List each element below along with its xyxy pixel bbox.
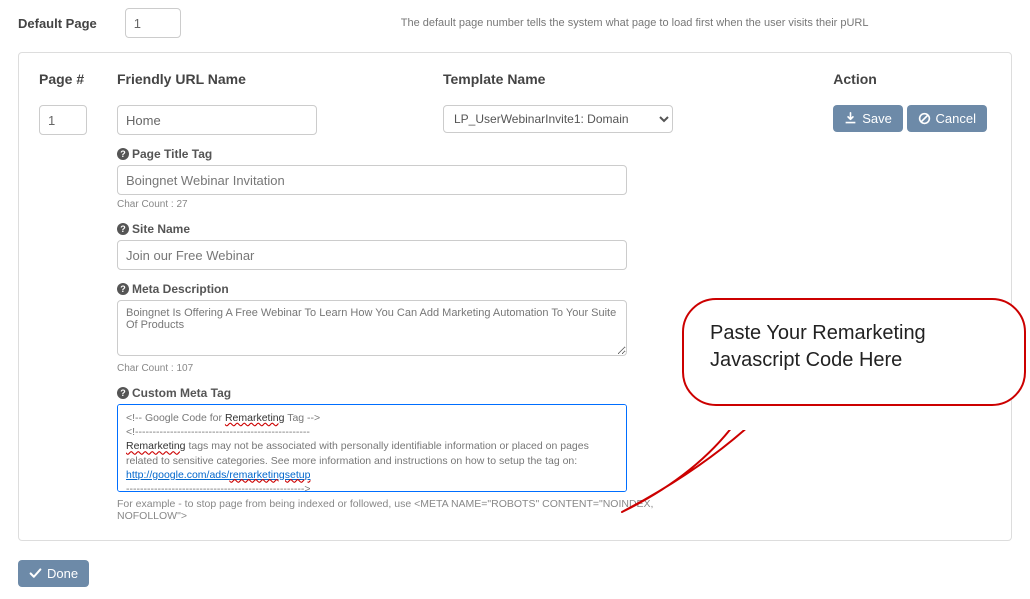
save-label: Save — [862, 111, 892, 126]
custom-meta-label: Custom Meta Tag — [132, 386, 231, 400]
callout-line2: Javascript Code Here — [710, 347, 998, 374]
section-custom-meta: ? Custom Meta Tag <!-- Google Code for R… — [117, 386, 627, 492]
done-label: Done — [47, 566, 78, 581]
section-page-title: ? Page Title Tag Char Count : 27 — [117, 147, 627, 210]
section-site-name: ? Site Name — [117, 222, 627, 270]
site-name-input[interactable] — [117, 240, 627, 270]
save-button[interactable]: Save — [833, 105, 903, 132]
help-icon[interactable]: ? — [117, 223, 129, 235]
page-number-input[interactable] — [39, 105, 87, 135]
page-panel: Page # Friendly URL Name Template Name L… — [18, 52, 1012, 541]
default-page-row: Default Page The default page number tel… — [0, 0, 1030, 52]
help-icon[interactable]: ? — [117, 387, 129, 399]
check-icon — [29, 567, 42, 580]
meta-desc-textarea[interactable] — [117, 300, 627, 356]
default-page-help: The default page number tells the system… — [401, 17, 869, 29]
callout-line1: Paste Your Remarketing — [710, 320, 998, 347]
help-icon[interactable]: ? — [117, 148, 129, 160]
callout-annotation: Paste Your Remarketing Javascript Code H… — [682, 298, 1026, 406]
page-title-label: Page Title Tag — [132, 147, 212, 161]
site-name-label: Site Name — [132, 222, 190, 236]
section-meta-description: ? Meta Description Char Count : 107 — [117, 282, 627, 374]
done-button[interactable]: Done — [18, 560, 89, 587]
custom-meta-textarea[interactable]: <!-- Google Code for Remarketing Tag -->… — [117, 404, 627, 492]
columns-header-row: Page # Friendly URL Name Template Name L… — [39, 71, 987, 135]
meta-desc-label: Meta Description — [132, 282, 229, 296]
cancel-button[interactable]: Cancel — [907, 105, 987, 132]
page-title-input[interactable] — [117, 165, 627, 195]
download-icon — [844, 112, 857, 125]
cancel-label: Cancel — [936, 111, 976, 126]
template-select[interactable]: LP_UserWebinarInvite1: Domain — [443, 105, 673, 133]
remarketing-setup-link[interactable]: http://google.com/ads/remarketingsetup — [126, 469, 310, 481]
page-title-char-count: Char Count : 27 — [117, 199, 627, 210]
help-icon[interactable]: ? — [117, 283, 129, 295]
example-note: For example - to stop page from being in… — [117, 498, 657, 522]
col-head-action: Action — [833, 71, 987, 87]
default-page-input[interactable] — [125, 8, 181, 38]
friendly-url-input[interactable] — [117, 105, 317, 135]
col-head-page: Page # — [39, 71, 99, 87]
meta-desc-char-count: Char Count : 107 — [117, 363, 627, 374]
col-head-template: Template Name — [443, 71, 713, 87]
ban-icon — [918, 112, 931, 125]
col-head-friendly: Friendly URL Name — [117, 71, 417, 87]
default-page-label: Default Page — [18, 16, 97, 31]
